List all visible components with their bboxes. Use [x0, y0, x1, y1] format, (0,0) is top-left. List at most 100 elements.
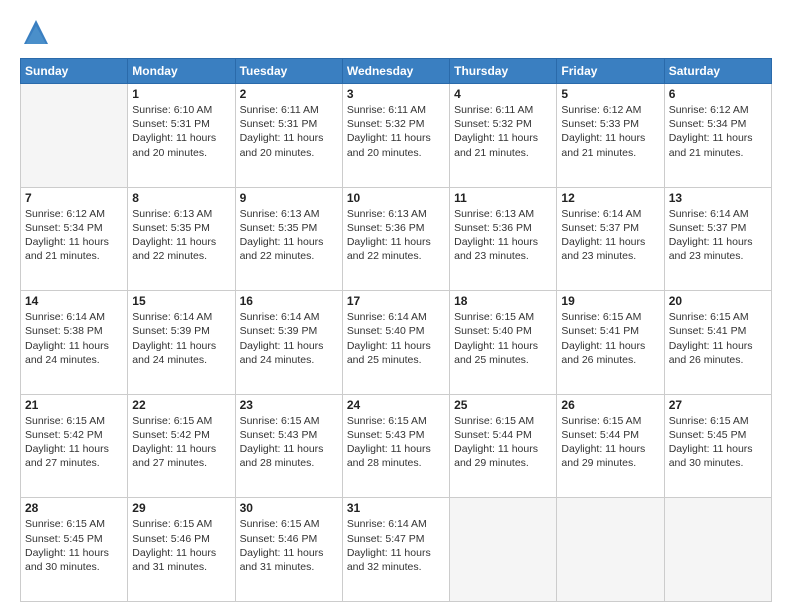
day-number: 18 — [454, 294, 552, 308]
day-number: 24 — [347, 398, 445, 412]
day-cell: 24 Sunrise: 6:15 AMSunset: 5:43 PMDayligh… — [342, 394, 449, 498]
day-info: Sunrise: 6:15 AMSunset: 5:41 PMDaylight:… — [561, 310, 659, 367]
day-number: 29 — [132, 501, 230, 515]
day-cell: 7 Sunrise: 6:12 AMSunset: 5:34 PMDaylight… — [21, 187, 128, 291]
day-info: Sunrise: 6:12 AMSunset: 5:34 PMDaylight:… — [669, 103, 767, 160]
day-info: Sunrise: 6:15 AMSunset: 5:42 PMDaylight:… — [132, 414, 230, 471]
week-row-4: 21Sunrise: 6:15 AMSunset: 5:42 PMDayligh… — [21, 394, 772, 498]
day-info: Sunrise: 6:14 AMSunset: 5:47 PMDaylight:… — [347, 517, 445, 574]
day-cell: 31Sunrise: 6:14 AMSunset: 5:47 PMDayligh… — [342, 498, 449, 602]
day-number: 17 — [347, 294, 445, 308]
day-cell: 20 Sunrise: 6:15 AMSunset: 5:41 PMDayligh… — [664, 291, 771, 395]
day-number: 12 — [561, 191, 659, 205]
day-info: Sunrise: 6:15 AMSunset: 5:45 PMDaylight:… — [669, 414, 767, 471]
day-number: 3 — [347, 87, 445, 101]
day-info: Sunrise: 6:15 AMSunset: 5:46 PMDaylight:… — [132, 517, 230, 574]
day-number: 6 — [669, 87, 767, 101]
day-cell: 5 Sunrise: 6:12 AMSunset: 5:33 PMDaylight… — [557, 84, 664, 188]
day-cell — [21, 84, 128, 188]
day-info: Sunrise: 6:11 AMSunset: 5:31 PMDaylight:… — [240, 103, 338, 160]
day-cell: 14Sunrise: 6:14 AMSunset: 5:38 PMDayligh… — [21, 291, 128, 395]
day-info: Sunrise: 6:15 AMSunset: 5:43 PMDaylight:… — [347, 414, 445, 471]
day-cell: 19Sunrise: 6:15 AMSunset: 5:41 PMDayligh… — [557, 291, 664, 395]
day-info: Sunrise: 6:13 AMSunset: 5:36 PMDaylight:… — [347, 207, 445, 264]
day-cell — [450, 498, 557, 602]
logo — [20, 16, 56, 48]
day-number: 4 — [454, 87, 552, 101]
week-row-2: 7 Sunrise: 6:12 AMSunset: 5:34 PMDaylight… — [21, 187, 772, 291]
week-row-1: 1Sunrise: 6:10 AMSunset: 5:31 PMDaylight… — [21, 84, 772, 188]
header — [20, 16, 772, 48]
day-cell: 28Sunrise: 6:15 AMSunset: 5:45 PMDayligh… — [21, 498, 128, 602]
day-number: 26 — [561, 398, 659, 412]
page: SundayMondayTuesdayWednesdayThursdayFrid… — [0, 0, 792, 612]
day-number: 11 — [454, 191, 552, 205]
day-cell: 25Sunrise: 6:15 AMSunset: 5:44 PMDayligh… — [450, 394, 557, 498]
day-info: Sunrise: 6:15 AMSunset: 5:44 PMDaylight:… — [561, 414, 659, 471]
day-info: Sunrise: 6:14 AMSunset: 5:40 PMDaylight:… — [347, 310, 445, 367]
day-cell: 6 Sunrise: 6:12 AMSunset: 5:34 PMDaylight… — [664, 84, 771, 188]
day-cell: 9 Sunrise: 6:13 AMSunset: 5:35 PMDaylight… — [235, 187, 342, 291]
day-info: Sunrise: 6:13 AMSunset: 5:35 PMDaylight:… — [132, 207, 230, 264]
day-number: 5 — [561, 87, 659, 101]
header-day-saturday: Saturday — [664, 59, 771, 84]
day-info: Sunrise: 6:13 AMSunset: 5:35 PMDaylight:… — [240, 207, 338, 264]
day-number: 13 — [669, 191, 767, 205]
day-number: 9 — [240, 191, 338, 205]
day-info: Sunrise: 6:12 AMSunset: 5:33 PMDaylight:… — [561, 103, 659, 160]
header-day-thursday: Thursday — [450, 59, 557, 84]
day-number: 7 — [25, 191, 123, 205]
week-row-3: 14Sunrise: 6:14 AMSunset: 5:38 PMDayligh… — [21, 291, 772, 395]
day-number: 30 — [240, 501, 338, 515]
day-info: Sunrise: 6:14 AMSunset: 5:38 PMDaylight:… — [25, 310, 123, 367]
day-cell: 18 Sunrise: 6:15 AMSunset: 5:40 PMDayligh… — [450, 291, 557, 395]
logo-icon — [20, 16, 52, 48]
day-cell: 13 Sunrise: 6:14 AMSunset: 5:37 PMDayligh… — [664, 187, 771, 291]
day-info: Sunrise: 6:15 AMSunset: 5:43 PMDaylight:… — [240, 414, 338, 471]
day-info: Sunrise: 6:14 AMSunset: 5:39 PMDaylight:… — [240, 310, 338, 367]
day-number: 23 — [240, 398, 338, 412]
day-cell: 10 Sunrise: 6:13 AMSunset: 5:36 PMDayligh… — [342, 187, 449, 291]
day-info: Sunrise: 6:12 AMSunset: 5:34 PMDaylight:… — [25, 207, 123, 264]
day-cell: 11 Sunrise: 6:13 AMSunset: 5:36 PMDayligh… — [450, 187, 557, 291]
day-info: Sunrise: 6:15 AMSunset: 5:41 PMDaylight:… — [669, 310, 767, 367]
day-number: 10 — [347, 191, 445, 205]
day-cell: 30 Sunrise: 6:15 AMSunset: 5:46 PMDayligh… — [235, 498, 342, 602]
day-info: Sunrise: 6:14 AMSunset: 5:37 PMDaylight:… — [669, 207, 767, 264]
day-number: 2 — [240, 87, 338, 101]
calendar-header-row: SundayMondayTuesdayWednesdayThursdayFrid… — [21, 59, 772, 84]
day-info: Sunrise: 6:11 AMSunset: 5:32 PMDaylight:… — [347, 103, 445, 160]
header-day-monday: Monday — [128, 59, 235, 84]
day-cell: 15 Sunrise: 6:14 AMSunset: 5:39 PMDayligh… — [128, 291, 235, 395]
day-cell — [557, 498, 664, 602]
day-cell: 2 Sunrise: 6:11 AMSunset: 5:31 PMDaylight… — [235, 84, 342, 188]
day-number: 28 — [25, 501, 123, 515]
day-info: Sunrise: 6:13 AMSunset: 5:36 PMDaylight:… — [454, 207, 552, 264]
day-cell: 26 Sunrise: 6:15 AMSunset: 5:44 PMDayligh… — [557, 394, 664, 498]
day-number: 15 — [132, 294, 230, 308]
day-info: Sunrise: 6:15 AMSunset: 5:42 PMDaylight:… — [25, 414, 123, 471]
day-cell: 8Sunrise: 6:13 AMSunset: 5:35 PMDaylight… — [128, 187, 235, 291]
day-cell: 16 Sunrise: 6:14 AMSunset: 5:39 PMDayligh… — [235, 291, 342, 395]
day-cell: 27Sunrise: 6:15 AMSunset: 5:45 PMDayligh… — [664, 394, 771, 498]
day-number: 16 — [240, 294, 338, 308]
day-number: 20 — [669, 294, 767, 308]
header-day-friday: Friday — [557, 59, 664, 84]
day-number: 25 — [454, 398, 552, 412]
day-info: Sunrise: 6:14 AMSunset: 5:39 PMDaylight:… — [132, 310, 230, 367]
day-number: 1 — [132, 87, 230, 101]
day-info: Sunrise: 6:11 AMSunset: 5:32 PMDaylight:… — [454, 103, 552, 160]
day-cell: 1Sunrise: 6:10 AMSunset: 5:31 PMDaylight… — [128, 84, 235, 188]
header-day-sunday: Sunday — [21, 59, 128, 84]
week-row-5: 28Sunrise: 6:15 AMSunset: 5:45 PMDayligh… — [21, 498, 772, 602]
header-day-tuesday: Tuesday — [235, 59, 342, 84]
calendar-table: SundayMondayTuesdayWednesdayThursdayFrid… — [20, 58, 772, 602]
day-cell: 21Sunrise: 6:15 AMSunset: 5:42 PMDayligh… — [21, 394, 128, 498]
day-cell: 3 Sunrise: 6:11 AMSunset: 5:32 PMDaylight… — [342, 84, 449, 188]
day-cell: 12 Sunrise: 6:14 AMSunset: 5:37 PMDayligh… — [557, 187, 664, 291]
day-info: Sunrise: 6:15 AMSunset: 5:46 PMDaylight:… — [240, 517, 338, 574]
day-info: Sunrise: 6:14 AMSunset: 5:37 PMDaylight:… — [561, 207, 659, 264]
day-info: Sunrise: 6:15 AMSunset: 5:40 PMDaylight:… — [454, 310, 552, 367]
day-cell: 22Sunrise: 6:15 AMSunset: 5:42 PMDayligh… — [128, 394, 235, 498]
day-cell: 29 Sunrise: 6:15 AMSunset: 5:46 PMDayligh… — [128, 498, 235, 602]
